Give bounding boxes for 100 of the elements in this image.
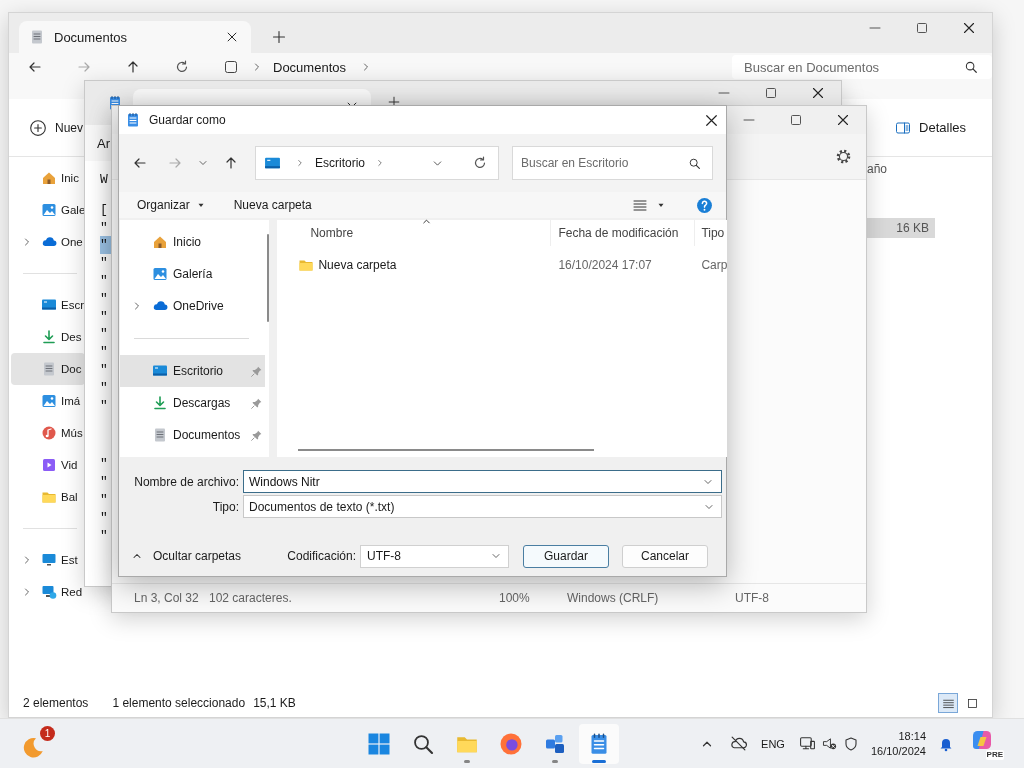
refresh-icon[interactable]: [174, 59, 190, 75]
close-icon[interactable]: [225, 30, 239, 44]
tiles-view-icon: [965, 696, 979, 710]
notification-badge: 1: [40, 725, 55, 741]
status-text: 15,1 KB: [253, 696, 296, 710]
sidebar-item[interactable]: Escr: [11, 289, 85, 321]
chevron-right-icon: [295, 158, 305, 168]
browser-icon: [499, 732, 523, 756]
pin-icon: [250, 428, 264, 442]
column-header[interactable]: Fecha de modificación: [551, 220, 696, 246]
menu-item[interactable]: Ar: [97, 135, 110, 151]
address-bar[interactable]: Escritorio: [255, 146, 499, 180]
house-icon: [41, 170, 57, 186]
shield-icon[interactable]: [842, 735, 859, 752]
speaker-muted-icon[interactable]: [821, 736, 837, 751]
filename-field[interactable]: Windows Nitr: [243, 470, 722, 493]
widgets-button[interactable]: 1: [19, 725, 55, 762]
text-line: ": [100, 360, 109, 379]
image-icon: [152, 266, 168, 282]
encoding-dropdown[interactable]: UTF-8: [360, 544, 509, 568]
language-indicator[interactable]: ENG: [761, 737, 785, 750]
sidebar-item[interactable]: Gale: [11, 194, 85, 226]
column-header[interactable]: Tipo: [695, 220, 728, 246]
house-icon: [152, 234, 168, 250]
sidebar-item[interactable]: One: [11, 226, 85, 258]
text-line: ": [100, 396, 109, 415]
windows-logo-icon: [367, 732, 391, 756]
pin-icon: [250, 396, 264, 410]
new-button[interactable]: Nuev: [23, 114, 83, 141]
status-text: Ln 3, Col 32: [134, 591, 199, 605]
view-list-icon[interactable]: [632, 197, 648, 213]
navigation-item[interactable]: Galería: [120, 258, 266, 290]
text-line: ": [100, 508, 109, 527]
add-icon: [29, 118, 47, 137]
app-button[interactable]: PRE: [970, 727, 1004, 760]
field-label: Tipo:: [211, 499, 239, 514]
crescent-icon: [21, 735, 45, 760]
text-line: [: [100, 200, 109, 219]
navigation-item[interactable]: Escritorio: [120, 355, 266, 387]
text-line: ": [100, 307, 109, 326]
tab-title: Documentos: [54, 29, 128, 45]
text-line: ": [100, 254, 109, 272]
file-row[interactable]: Nueva carpeta 16/10/2024 17:07 Carp: [277, 254, 728, 276]
text-line: ": [100, 218, 109, 237]
field-label: Nombre de archivo:: [133, 474, 239, 489]
clock[interactable]: 18:14 16/10/2024: [870, 728, 926, 759]
dialog-button[interactable]: Cancelar: [622, 544, 708, 568]
text-line: ": [100, 526, 109, 545]
tab[interactable]: Documentos: [19, 21, 251, 53]
details-button[interactable]: Detalles: [889, 115, 972, 140]
music-icon: [41, 425, 57, 441]
text-line: ": [100, 272, 109, 290]
monitor-icon: [41, 552, 57, 568]
square-icon[interactable]: [223, 59, 239, 75]
sidebar-item[interactable]: Est: [11, 544, 85, 576]
status-text: 1 elemento seleccionado: [112, 696, 246, 710]
sidebar-item[interactable]: Bal: [11, 481, 85, 513]
search-field[interactable]: Buscar en Escritorio: [512, 146, 713, 180]
text-line: ": [100, 473, 109, 491]
text-line: ": [100, 378, 109, 397]
search-field[interactable]: Buscar en Documentos: [732, 55, 992, 79]
status-text: 102 caracteres.: [209, 591, 292, 605]
type-dropdown[interactable]: Documentos de texto (*.txt): [243, 495, 722, 518]
column-header[interactable]: año: [867, 162, 935, 176]
taskbar-app[interactable]: [579, 724, 619, 764]
new-folder-button[interactable]: Nueva carpeta: [227, 194, 318, 216]
organize-menu[interactable]: Organizar: [131, 194, 212, 216]
text-line: ": [100, 343, 109, 361]
hide-folders-button[interactable]: Ocultar carpetas: [125, 545, 248, 567]
monitor-icon[interactable]: [798, 735, 816, 752]
sidebar-item[interactable]: Imá: [11, 385, 85, 417]
text-line: ": [100, 490, 109, 509]
pin-icon: [250, 364, 264, 378]
plus-icon[interactable]: [271, 29, 287, 45]
dialog-title: Guardar como: [149, 113, 226, 127]
help-icon[interactable]: [696, 196, 713, 214]
document-icon: [152, 427, 168, 443]
column-header[interactable]: Nombre: [277, 220, 552, 246]
sidebar-item[interactable]: Des: [11, 321, 85, 353]
dialog-button[interactable]: Guardar: [523, 544, 609, 568]
sidebar-item[interactable]: Doc: [11, 353, 85, 385]
breadcrumb-item[interactable]: Documentos: [273, 59, 346, 75]
document-icon: [29, 29, 45, 45]
navigation-item[interactable]: Descargas: [120, 387, 266, 419]
status-text: UTF-8: [735, 591, 769, 605]
text-line: ": [100, 455, 109, 474]
navigation-item[interactable]: Documentos: [120, 419, 266, 451]
sidebar-item[interactable]: Mús: [11, 417, 85, 449]
navigation-item[interactable]: Inicio: [120, 226, 266, 258]
image-icon: [41, 202, 57, 218]
settings-icon[interactable]: [835, 148, 852, 165]
cloud-off-icon[interactable]: [730, 735, 748, 752]
sidebar-item[interactable]: Inic: [11, 162, 85, 194]
desktop-icon: [152, 363, 168, 379]
refresh-icon: [472, 155, 488, 171]
navigation-item[interactable]: OneDrive: [120, 290, 266, 322]
sidebar-item[interactable]: Red: [11, 576, 85, 608]
sidebar-item[interactable]: Vid: [11, 449, 85, 481]
status-text: 100%: [499, 591, 530, 605]
details-view-button[interactable]: [938, 693, 958, 713]
